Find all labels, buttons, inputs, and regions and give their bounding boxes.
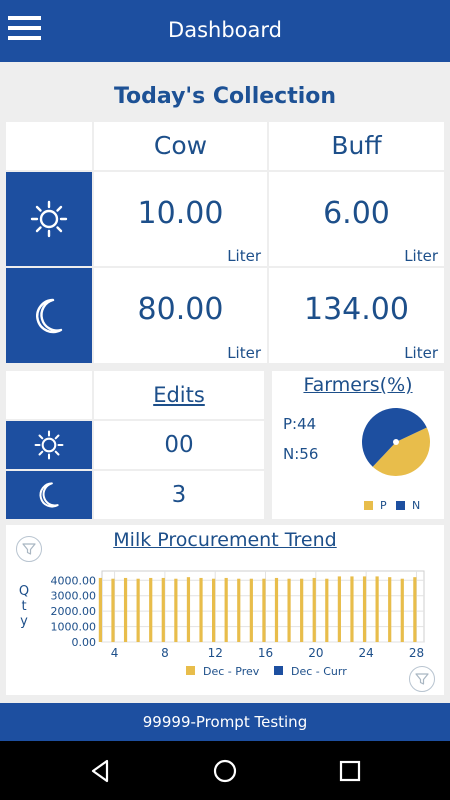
morning-row-header	[6, 172, 92, 266]
farmers-title[interactable]: Farmers(%)	[272, 374, 444, 396]
trend-chart: 0.00 1000.00 2000.00 3000.00 4000.00 4 8 12 16 20…	[19, 570, 425, 678]
home-icon[interactable]	[211, 757, 239, 785]
farmers-pie-chart	[362, 408, 430, 476]
edits-corner	[6, 371, 92, 419]
bar-prev	[400, 578, 404, 642]
x-tick-label: 24	[359, 646, 374, 660]
evening-cow-value: 80.00	[137, 292, 224, 327]
pie-center-dot	[393, 439, 399, 445]
back-icon[interactable]	[86, 757, 114, 785]
bar-prev	[161, 577, 165, 642]
legend-swatch	[274, 666, 283, 675]
legend-label: Dec - Prev	[203, 665, 260, 678]
bar-prev	[287, 578, 291, 642]
farmers-p-label: P:44	[283, 415, 317, 433]
trend-card: Milk Procurement Trend 0.00 1000.00 2000.0…	[6, 525, 444, 695]
bar-prev	[212, 578, 216, 642]
legend-swatch-n	[396, 501, 405, 510]
edits-title[interactable]: Edits	[94, 371, 264, 419]
farmers-n-label: N:56	[283, 445, 319, 463]
bar-prev	[262, 578, 266, 642]
edits-evening-value: 3	[94, 471, 264, 519]
legend-item-p: P	[364, 499, 387, 512]
x-tick-label: 12	[208, 646, 223, 660]
x-tick-label: 28	[409, 646, 424, 660]
legend-label-n: N	[412, 499, 421, 512]
bar-prev	[388, 577, 392, 642]
bar-prev	[149, 577, 153, 642]
bar-prev	[413, 577, 417, 642]
moon-icon	[36, 298, 63, 333]
system-nav-bar	[0, 741, 450, 800]
moon-icon	[39, 482, 59, 508]
edits-morning-header	[6, 421, 92, 469]
evening-buff-value: 134.00	[304, 292, 409, 327]
morning-buff-value: 6.00	[323, 196, 390, 231]
y-tick-label: 2000.00	[51, 605, 97, 618]
evening-buff-cell: 134.00 Liter	[269, 268, 444, 363]
bar-prev	[325, 578, 329, 642]
bar-prev	[111, 578, 115, 642]
bar-prev	[174, 578, 178, 642]
unit-label: Liter	[404, 247, 438, 265]
bar-prev	[300, 578, 304, 642]
legend-label: Dec - Curr	[291, 665, 347, 678]
bar-prev	[362, 576, 367, 642]
bar-prev	[186, 577, 191, 642]
legend-label-p: P	[380, 499, 387, 512]
legend-swatch	[186, 666, 195, 675]
bar-prev	[224, 577, 228, 642]
collection-title: Today's Collection	[113, 84, 337, 109]
bar-prev	[136, 578, 140, 642]
evening-cow-cell: 80.00 Liter	[94, 268, 267, 363]
y-axis-label: t	[21, 599, 26, 614]
column-header-buff: Buff	[269, 122, 444, 170]
bar-prev	[98, 577, 102, 642]
bar-prev	[199, 577, 203, 642]
y-axis-label: y	[20, 614, 28, 629]
y-tick-label: 4000.00	[51, 574, 97, 587]
legend-swatch-p	[364, 501, 373, 510]
evening-row-header	[6, 268, 92, 363]
recents-icon[interactable]	[336, 757, 364, 785]
bar-prev	[274, 577, 279, 642]
sun-icon	[34, 430, 64, 460]
bar-prev	[237, 578, 241, 642]
x-tick-label: 8	[161, 646, 169, 660]
morning-cow-cell: 10.00 Liter	[94, 172, 267, 266]
bar-prev	[350, 576, 354, 642]
x-tick-label: 20	[308, 646, 323, 660]
footer-status: 99999-Prompt Testing	[0, 703, 450, 741]
unit-label: Liter	[227, 247, 261, 265]
bar-prev	[312, 577, 316, 642]
bar-prev	[375, 576, 379, 642]
morning-cow-value: 10.00	[137, 196, 224, 231]
column-header-cow: Cow	[94, 122, 267, 170]
bar-prev	[337, 576, 341, 642]
unit-label: Liter	[404, 344, 438, 362]
x-tick-label: 4	[111, 646, 119, 660]
bar-prev	[123, 577, 128, 642]
y-tick-label: 1000.00	[51, 621, 97, 634]
y-tick-label: 3000.00	[51, 590, 97, 603]
bar-prev	[249, 578, 253, 642]
app-header: Dashboard	[0, 0, 450, 62]
sun-icon	[30, 200, 68, 238]
unit-label: Liter	[227, 344, 261, 362]
page-title: Dashboard	[168, 18, 282, 42]
edits-morning-value: 00	[94, 421, 264, 469]
morning-buff-cell: 6.00 Liter	[269, 172, 444, 266]
x-tick-label: 16	[258, 646, 273, 660]
grid-corner	[6, 122, 92, 170]
edits-evening-header	[6, 471, 92, 519]
legend-item-n: N	[396, 499, 420, 512]
y-tick-label: 0.00	[72, 636, 97, 649]
farmers-card: Farmers(%) P:44 N:56 P N	[272, 371, 444, 519]
y-axis-label: Q	[19, 584, 29, 599]
